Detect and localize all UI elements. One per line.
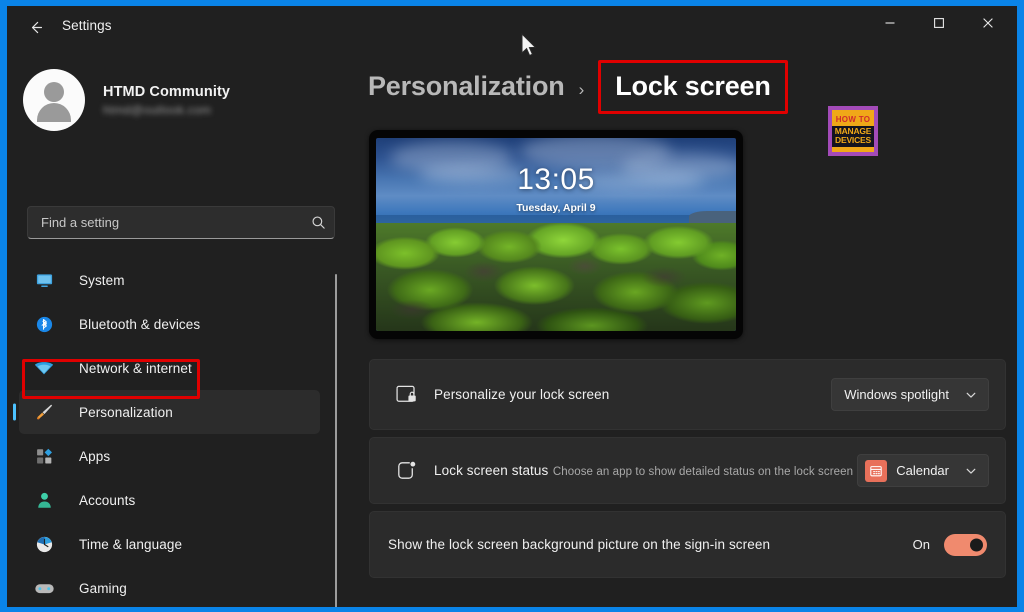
setting-row-show-background-sign-in[interactable]: Show the lock screen background picture …: [369, 511, 1006, 578]
sidebar-item-system[interactable]: System: [19, 258, 320, 302]
sidebar: HTMD Community htmd@outlook.com Find a s…: [7, 46, 337, 607]
sidebar-scrollbar[interactable]: [335, 274, 337, 607]
chevron-down-icon: [965, 389, 977, 401]
setting-row-lock-screen-status[interactable]: Lock screen status Choose an app to show…: [369, 437, 1006, 504]
account-email: htmd@outlook.com: [103, 102, 212, 117]
breadcrumb-current-highlight: Lock screen: [598, 60, 788, 114]
monitor-icon: [31, 268, 57, 292]
window-frame: Settings HTMD Community htmd@outlook.com…: [0, 0, 1024, 612]
toggle-state-label: On: [912, 537, 930, 552]
close-button[interactable]: [965, 6, 1011, 40]
account-card[interactable]: HTMD Community htmd@outlook.com: [19, 64, 309, 136]
apps-icon: [31, 444, 57, 468]
search-input[interactable]: [28, 215, 302, 230]
breadcrumb: Personalization › Lock screen: [368, 60, 788, 114]
bluetooth-icon: [31, 312, 57, 336]
personalize-lock-screen-dropdown[interactable]: Windows spotlight: [831, 378, 989, 411]
sidebar-item-label: Time & language: [79, 536, 183, 552]
lock-screen-status-dropdown[interactable]: Calendar: [857, 454, 989, 487]
chevron-right-icon: ›: [578, 80, 585, 99]
page-title: Lock screen: [615, 71, 771, 101]
toggle-knob: [970, 538, 983, 551]
app-title: Settings: [62, 18, 112, 33]
sidebar-item-network-internet[interactable]: Network & internet: [19, 346, 320, 390]
sidebar-item-label: Personalization: [79, 404, 173, 420]
sidebar-item-label: Gaming: [79, 580, 127, 596]
sidebar-item-label: Accounts: [79, 492, 136, 508]
setting-title: Show the lock screen background picture …: [388, 536, 771, 552]
setting-subtitle: Choose an app to show detailed status on…: [552, 465, 854, 478]
window-body: Settings HTMD Community htmd@outlook.com…: [7, 6, 1017, 607]
status-badge-icon: [378, 458, 434, 483]
search-icon: [302, 207, 334, 238]
setting-title: Personalize your lock screen: [434, 386, 610, 402]
sidebar-item-label: System: [79, 272, 125, 288]
sidebar-item-apps[interactable]: Apps: [19, 434, 320, 478]
lock-screen-preview[interactable]: 13:05 Tuesday, April 9: [369, 130, 743, 339]
paintbrush-icon: [31, 400, 57, 424]
calendar-icon: [865, 459, 888, 482]
search-box[interactable]: [27, 206, 335, 239]
lock-screen-clock: 13:05 Tuesday, April 9: [376, 163, 736, 215]
minimize-button[interactable]: [867, 6, 913, 40]
clock-icon: [31, 532, 57, 556]
maximize-button[interactable]: [916, 6, 962, 40]
setting-row-personalize-lock-screen[interactable]: Personalize your lock screen Windows spo…: [369, 359, 1006, 430]
setting-texts: Lock screen status Choose an app to show…: [434, 462, 857, 480]
sidebar-item-bluetooth-devices[interactable]: Bluetooth & devices: [19, 302, 320, 346]
dropdown-value: Windows spotlight: [844, 387, 949, 402]
lock-screen-time: 13:05: [517, 163, 595, 197]
sidebar-item-personalization[interactable]: Personalization: [19, 390, 320, 434]
sidebar-item-time-language[interactable]: Time & language: [19, 522, 320, 566]
sidebar-item-gaming[interactable]: Gaming: [19, 566, 320, 607]
toggle-wrap: On: [912, 533, 987, 556]
lock-screen-preview-image: 13:05 Tuesday, April 9: [376, 138, 736, 331]
sidebar-item-label: Network & internet: [79, 360, 192, 376]
sidebar-nav-list: System Bluetooth & devices Network & int…: [7, 258, 330, 607]
person-icon: [31, 488, 57, 512]
title-bar: Settings: [7, 6, 1017, 46]
lock-screen-date: Tuesday, April 9: [516, 202, 596, 215]
gamepad-icon: [31, 576, 57, 600]
breadcrumb-parent-link[interactable]: Personalization: [368, 71, 565, 102]
chevron-down-icon: [965, 465, 977, 477]
sidebar-item-accounts[interactable]: Accounts: [19, 478, 320, 522]
lock-screen-icon: [378, 382, 434, 407]
wifi-icon: [31, 356, 57, 380]
sidebar-item-label: Apps: [79, 448, 111, 464]
back-button[interactable]: [19, 12, 51, 42]
brand-badge-line1: HOW TO: [835, 114, 871, 124]
setting-title: Lock screen status: [434, 462, 549, 478]
show-background-toggle[interactable]: [944, 533, 987, 556]
sidebar-item-label: Bluetooth & devices: [79, 316, 201, 332]
main-content: Personalization › Lock screen HOW TO MAN…: [344, 46, 1017, 607]
brand-badge: HOW TO MANAGE DEVICES: [828, 106, 878, 156]
account-name: HTMD Community: [103, 83, 231, 100]
avatar: [23, 69, 85, 131]
dropdown-value: Calendar: [896, 463, 949, 478]
setting-texts: Personalize your lock screen: [434, 386, 831, 404]
setting-texts: Show the lock screen background picture …: [388, 536, 913, 554]
brand-badge-line2: MANAGE DEVICES: [832, 125, 874, 147]
